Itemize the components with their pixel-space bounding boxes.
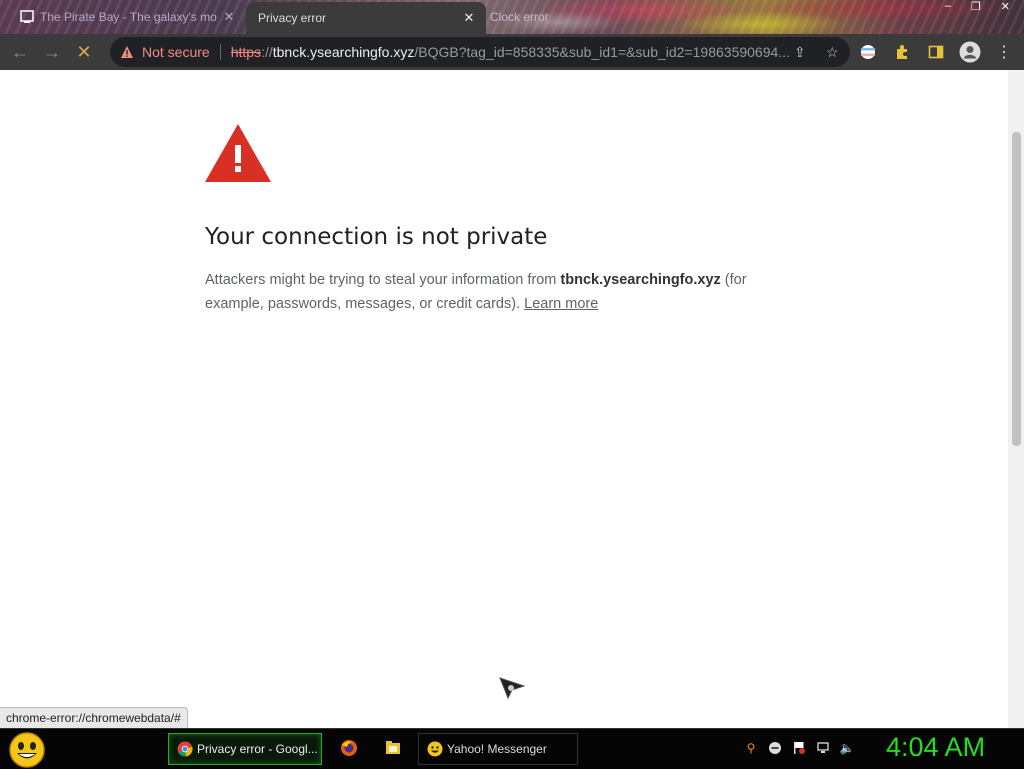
tab-close-icon[interactable]: ✕ — [460, 10, 478, 26]
tab-close-icon[interactable]: ✕ — [220, 9, 238, 25]
scrollbar-thumb[interactable] — [1012, 132, 1021, 446]
chrome-icon — [177, 741, 193, 757]
folder-icon[interactable] — [384, 739, 402, 757]
tab-favicon-icon — [20, 10, 34, 24]
tab-clock-error[interactable]: Clock error — [490, 2, 630, 32]
warning-triangle-icon — [205, 124, 271, 182]
close-window-icon[interactable]: ✕ — [1001, 0, 1010, 16]
url-host: tbnck.ysearchingfo.xyz — [272, 44, 415, 60]
extensions-puzzle-icon[interactable] — [890, 40, 914, 64]
start-smiley-icon[interactable] — [8, 731, 46, 769]
search-magnifier-icon[interactable]: ⚲ — [742, 739, 760, 757]
action-center-flag-icon[interactable] — [790, 739, 808, 757]
minimize-icon[interactable]: – — [945, 0, 951, 16]
tab-pirate-bay[interactable]: The Pirate Bay - The galaxy's mo ✕ — [12, 2, 246, 32]
url-path: /BQGB?tag_id=858335&sub_id1=&sub_id2=198… — [414, 44, 790, 60]
extension-flag-icon[interactable] — [856, 40, 880, 64]
tab-strip: The Pirate Bay - The galaxy's mo ✕ Priva… — [0, 0, 1024, 34]
taskbar-yahoo-messenger-button[interactable]: Yahoo! Messenger — [418, 733, 578, 765]
tab-title: The Pirate Bay - The galaxy's mo — [40, 10, 217, 24]
network-icon[interactable] — [814, 739, 832, 757]
learn-more-link[interactable]: Learn more — [524, 296, 598, 312]
page-title: Your connection is not private — [205, 224, 548, 250]
toolbar-right: ⋮ — [856, 40, 1016, 64]
more-menu-icon[interactable]: ⋮ — [992, 40, 1016, 64]
messenger-status-icon[interactable] — [766, 739, 784, 757]
description-text: Attackers might be trying to steal your … — [205, 272, 561, 288]
share-icon[interactable]: ⇪ — [794, 44, 806, 61]
taskbar-chrome-button[interactable]: Privacy error - Googl... — [168, 733, 322, 765]
status-bubble: chrome-error://chromewebdata/# — [0, 707, 188, 729]
error-description: Attackers might be trying to steal your … — [205, 268, 805, 316]
taskbar: Privacy error - Googl... Yahoo! Messenge… — [0, 728, 1024, 769]
url-text[interactable]: https://tbnck.ysearchingfo.xyz/BQGB?tag_… — [231, 44, 790, 60]
bookmark-star-icon[interactable]: ☆ — [826, 44, 839, 61]
back-arrow-icon[interactable]: ← — [8, 40, 32, 64]
browser-toolbar: ← → ✕ Not secure https://tbnck.ysearchin… — [0, 34, 1024, 70]
stop-loading-icon[interactable]: ✕ — [72, 40, 96, 64]
address-bar[interactable]: Not secure https://tbnck.ysearchingfo.xy… — [110, 37, 850, 67]
tab-title: Clock error — [490, 10, 549, 24]
profile-avatar-icon[interactable] — [958, 40, 982, 64]
task-label: Yahoo! Messenger — [447, 742, 547, 756]
forward-arrow-icon[interactable]: → — [40, 40, 64, 64]
yahoo-smiley-icon — [427, 741, 443, 757]
vertical-scrollbar[interactable] — [1008, 70, 1024, 728]
tab-title: Privacy error — [258, 11, 327, 25]
warning-triangle-icon[interactable] — [120, 45, 134, 59]
not-secure-label[interactable]: Not secure — [142, 44, 210, 60]
description-host: tbnck.ysearchingfo.xyz — [560, 272, 721, 288]
side-panel-icon[interactable] — [924, 40, 948, 64]
url-scheme: https — [230, 44, 262, 60]
restore-icon[interactable]: ❐ — [971, 0, 981, 16]
url-scheme-separator: :// — [261, 44, 273, 60]
volume-speaker-icon[interactable]: 🔈 — [838, 739, 856, 757]
tab-privacy-error[interactable]: Privacy error ✕ — [246, 2, 486, 34]
taskbar-clock[interactable]: 4:04 AM — [886, 732, 985, 763]
task-label: Privacy error - Googl... — [197, 742, 318, 756]
firefox-icon[interactable] — [340, 739, 358, 757]
omnibox-divider — [219, 44, 221, 60]
window-controls: – ❐ ✕ — [945, 0, 1010, 16]
mouse-pointer-icon — [499, 677, 526, 700]
page-content: Your connection is not private Attackers… — [0, 70, 1024, 728]
system-tray: ⚲ 🔈 — [742, 739, 856, 757]
